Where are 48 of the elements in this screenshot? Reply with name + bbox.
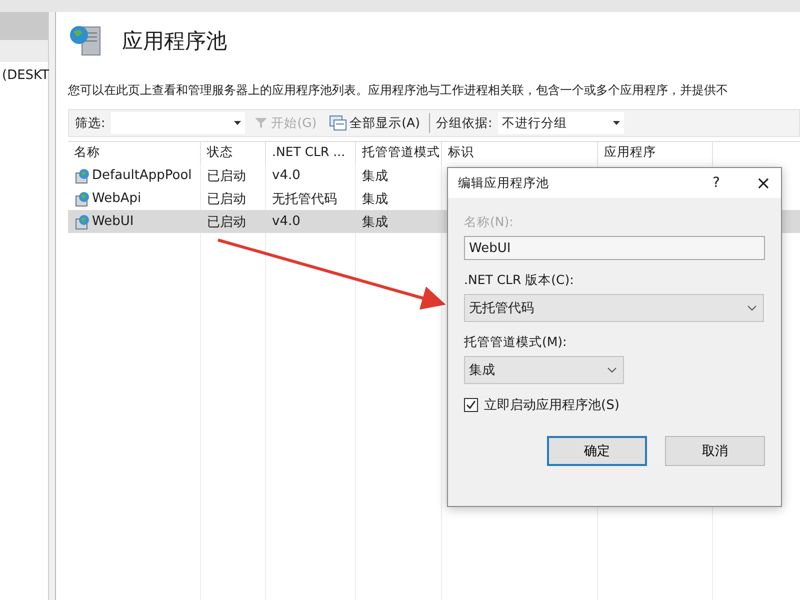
table-cell-text: 集成 xyxy=(362,214,388,230)
checkbox-label: 立即启动应用程序池(S) xyxy=(484,397,620,414)
column-header[interactable]: 托管管道模式 xyxy=(356,142,442,164)
tree-item[interactable]: (DESKT xyxy=(0,68,48,83)
clr-version-label: .NET CLR 版本(C): xyxy=(464,272,575,289)
page-title: 应用程序池 xyxy=(122,28,227,55)
help-button[interactable]: ? xyxy=(712,175,720,191)
pipeline-mode-dropdown[interactable]: 集成 xyxy=(464,356,624,384)
column-header[interactable]: 名称 xyxy=(68,142,201,164)
column-header[interactable]: 应用程序 xyxy=(598,142,713,164)
chevron-down-icon xyxy=(607,367,617,373)
table-cell: WebUI xyxy=(92,214,134,229)
dropdown-arrow-icon xyxy=(613,121,620,125)
clr-version-dropdown[interactable]: 无托管代码 xyxy=(464,294,764,322)
app-pool-icon xyxy=(74,168,90,184)
show-all-button[interactable]: 全部显示(A) xyxy=(326,114,423,132)
table-cell: v4.0 xyxy=(272,214,300,229)
group-by-label: 分组依据: xyxy=(436,114,492,132)
dialog-title: 编辑应用程序池 xyxy=(458,174,550,192)
ok-button[interactable]: 确定 xyxy=(547,436,647,466)
table-cell-text: 无托管代码 xyxy=(272,190,337,208)
table-cell-text: 已启动 xyxy=(207,168,246,184)
filter-label: 筛选: xyxy=(75,114,106,132)
page-description: 您可以在此页上查看和管理服务器上的应用程序池列表。应用程序池与工作进程相关联，包含一个或多个应用程序，并提供不 xyxy=(68,82,729,99)
cancel-button[interactable]: 取消 xyxy=(665,436,765,466)
filter-field[interactable] xyxy=(111,112,246,134)
funnel-icon xyxy=(254,117,268,129)
table-cell: DefaultAppPool xyxy=(92,168,192,183)
column-header[interactable]: .NET CLR ... xyxy=(266,142,356,164)
column-header[interactable]: 标识 xyxy=(442,142,598,164)
table-cell-text: 已启动 xyxy=(207,190,246,208)
window-list-icon xyxy=(328,115,347,131)
app-pool-icon xyxy=(74,190,90,206)
column-header[interactable]: 状态 xyxy=(201,142,266,164)
group-by-dropdown[interactable]: 不进行分组 xyxy=(498,112,624,134)
app-pool-icon xyxy=(74,214,90,230)
chevron-down-icon xyxy=(747,305,757,311)
table-cell: v4.0 xyxy=(272,168,300,183)
checkbox[interactable] xyxy=(464,398,478,412)
table-cell-text: 已启动 xyxy=(207,214,246,230)
name-label: 名称(N): xyxy=(464,214,514,231)
pipeline-mode-label: 托管管道模式(M): xyxy=(464,334,568,351)
table-cell-text: 集成 xyxy=(362,168,388,184)
table-cell: WebApi xyxy=(92,191,142,206)
close-button[interactable]: × xyxy=(756,172,771,194)
table-cell-text: 集成 xyxy=(362,190,388,208)
name-field[interactable]: WebUI xyxy=(464,236,765,260)
dropdown-arrow-icon xyxy=(234,121,242,125)
